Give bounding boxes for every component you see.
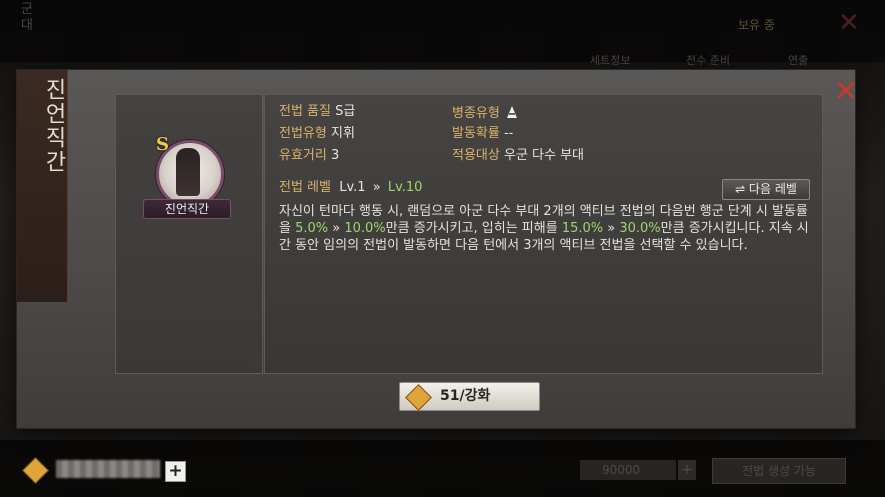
level-arrow-icon: »	[372, 180, 381, 195]
skill-name-banner: 진언직간	[17, 70, 68, 302]
background-plus-icon: +	[678, 460, 696, 480]
level-current: Lv.1	[339, 180, 366, 195]
range-row: 유효거리 3	[279, 148, 339, 164]
rate-row: 발동확률 --	[452, 126, 513, 142]
desc-arrow-1: »	[328, 221, 345, 236]
close-icon[interactable]: ✕	[831, 77, 861, 108]
type-row: 전법유형 지휘	[279, 126, 355, 142]
warrior-silhouette-icon	[176, 148, 200, 196]
type-value: 지휘	[330, 126, 355, 141]
range-value: 3	[330, 148, 340, 163]
portrait-name-plate: 진언직간	[143, 199, 231, 219]
currency-amount-blurred	[56, 460, 160, 478]
background-tab-set-info: 세트정보	[590, 54, 631, 67]
quality-value: S급	[335, 104, 356, 119]
add-currency-button[interactable]: +	[165, 461, 186, 482]
desc-value-3: 15.0%	[561, 221, 604, 236]
desc-value-1: 5.0%	[295, 221, 329, 236]
skill-description: 자신이 턴마다 행동 시, 랜덤으로 아군 다수 부대 2개의 액티브 전법의 …	[279, 203, 812, 254]
skill-portrait-panel	[115, 94, 263, 374]
troop-label: 병종유형	[452, 106, 500, 121]
type-label: 전법유형	[279, 126, 327, 141]
token-icon	[405, 384, 432, 411]
next-level-button[interactable]: ⇌ 다음 레벨	[722, 179, 810, 200]
desc-arrow-2: »	[603, 221, 620, 236]
desc-value-2: 10.0%	[344, 221, 386, 236]
enhance-label: 51/강화	[440, 388, 491, 404]
background-owned-badge: 보유 중	[738, 18, 775, 32]
range-label: 유효거리	[279, 148, 327, 163]
quality-row: 전법 품질 S급	[279, 104, 355, 120]
desc-value-4: 30.0%	[619, 221, 661, 236]
rate-label: 발동확률	[452, 126, 500, 141]
quality-label: 전법 품질	[279, 104, 331, 119]
grade-badge: S	[156, 134, 169, 155]
background-action-button: 전법 생성 가능	[712, 458, 846, 484]
troop-row: 병종유형	[452, 104, 520, 122]
level-row: 전법 레벨 Lv.1 » Lv.10	[279, 180, 422, 196]
level-max: Lv.10	[387, 180, 423, 195]
level-label: 전법 레벨	[279, 180, 331, 195]
bow-icon	[506, 106, 517, 118]
target-label: 적용대상	[452, 148, 500, 163]
target-value: 우군 다수 부대	[503, 148, 585, 163]
background-gold-field: 90000	[580, 460, 676, 480]
background-vertical-label: 군대	[21, 2, 33, 33]
background-tab-prepare: 전수 준비	[686, 54, 730, 67]
desc-part-2: 만큼 증가시키고, 입히는 피해를	[385, 221, 562, 236]
background-close-icon: ✕	[838, 8, 860, 38]
rate-value: --	[503, 126, 514, 141]
enhance-button[interactable]: 51/강화	[399, 382, 540, 411]
banner-title: 진언직간	[41, 78, 66, 174]
background-tab-cinematic: 연출	[788, 54, 809, 67]
target-row: 적용대상 우군 다수 부대	[452, 148, 584, 164]
